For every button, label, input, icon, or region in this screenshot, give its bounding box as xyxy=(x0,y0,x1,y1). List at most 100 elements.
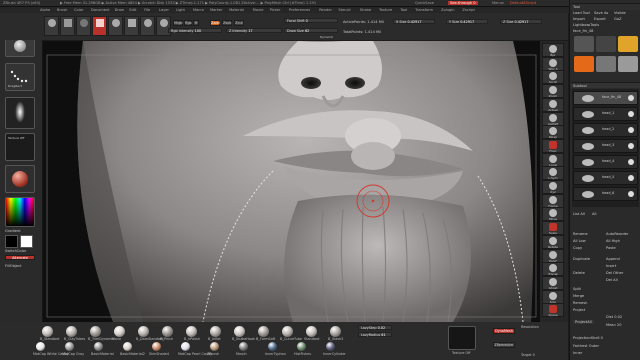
shelf-move-button[interactable]: Move xyxy=(542,207,564,222)
menu-alpha[interactable]: Alpha xyxy=(40,8,50,12)
brush-b-snakehook-icon[interactable] xyxy=(234,326,245,337)
color-picker[interactable] xyxy=(5,197,35,227)
copy-button[interactable]: Copy xyxy=(573,246,582,250)
menu-layer[interactable]: Layer xyxy=(159,8,169,12)
insert-button[interactable]: Insert xyxy=(606,264,616,268)
del-all-button[interactable]: Del All xyxy=(606,278,618,282)
menu-color[interactable]: Color xyxy=(74,8,83,12)
y-size-slider[interactable]: Y Size 0.42917 xyxy=(446,19,488,24)
quick-sketch-button[interactable] xyxy=(76,16,91,36)
export-button[interactable]: Export xyxy=(594,17,606,21)
merge-button[interactable]: Merge xyxy=(573,294,584,298)
material-histfishes-icon[interactable] xyxy=(297,342,306,351)
secondary-color-swatch[interactable] xyxy=(20,235,33,248)
autoreorder-button[interactable]: AutoReorder xyxy=(606,232,628,236)
alpha-thumbnail[interactable] xyxy=(5,97,35,129)
goz-button[interactable]: GoZ xyxy=(614,17,621,21)
zcut-button[interactable]: Zcut xyxy=(234,20,244,26)
brush-b-curvetube-icon[interactable] xyxy=(282,326,293,337)
menu-edit[interactable]: Edit xyxy=(129,8,136,12)
shelf-rotate-button[interactable]: Rotate xyxy=(542,234,564,249)
brush-b-pinch-icon[interactable] xyxy=(162,326,173,337)
current-tool-thumbnail[interactable] xyxy=(574,36,594,52)
move-button[interactable] xyxy=(124,16,139,36)
main-color-swatch[interactable] xyxy=(5,235,18,248)
drawbrush-tool-thumbnail[interactable] xyxy=(618,56,638,72)
alternate-button[interactable]: Alternate xyxy=(5,255,35,260)
shelf-bpr-button[interactable]: Bpr xyxy=(542,43,564,57)
material-skinshade4-icon[interactable] xyxy=(152,342,161,351)
menu-zplugin[interactable]: Zplugin xyxy=(441,8,455,12)
shelf-l-sym-button[interactable]: L.Sym xyxy=(542,166,564,181)
material-basicmaterial-icon[interactable] xyxy=(94,342,103,351)
shelf-persp-button[interactable]: Persp xyxy=(542,125,564,140)
material-innercylinder-icon[interactable] xyxy=(326,342,335,351)
visibility-icon[interactable] xyxy=(628,127,634,133)
shelf-ghost-button[interactable]: Ghost xyxy=(542,275,564,290)
material-basicmaterial2-icon[interactable] xyxy=(123,342,132,351)
brush-b-damstandard-icon[interactable] xyxy=(138,326,149,337)
shelf-aahalf-button[interactable]: AAHalf xyxy=(542,111,564,126)
visibility-icon[interactable] xyxy=(628,95,634,101)
dist-slider[interactable]: Dist 0.02 xyxy=(606,315,622,319)
shelf-polyf-button[interactable]: PolyF xyxy=(542,248,564,263)
append-button[interactable]: Append xyxy=(606,257,620,261)
rotate-button[interactable] xyxy=(156,16,171,36)
fill-object-label[interactable]: FillObject xyxy=(5,264,22,268)
texture-thumbnail[interactable]: Texture Off xyxy=(5,133,35,161)
zadd-button[interactable]: Zadd xyxy=(210,20,220,26)
dynamesh-button[interactable]: DynaMesh xyxy=(493,328,515,334)
project-button[interactable]: Project xyxy=(573,308,585,312)
material-zbrush-icon[interactable] xyxy=(210,342,219,351)
import-button[interactable]: Import xyxy=(573,17,585,21)
shelf-floor-button[interactable]: Floor xyxy=(542,138,564,153)
draw-button[interactable] xyxy=(108,16,123,36)
default-script-button[interactable]: DefaultZScript xyxy=(510,1,536,5)
lazystep-slider[interactable]: LazyStep 0.02 xyxy=(358,325,392,330)
z-intensity-slider[interactable]: Z Intensity 17 xyxy=(226,28,282,33)
menus-button[interactable]: Menus xyxy=(492,1,504,5)
shelf-xyz-button[interactable]: Xyz xyxy=(542,180,564,194)
quicksave-button[interactable]: QuickSave xyxy=(415,1,434,5)
zsub-button[interactable]: Zsub xyxy=(222,20,232,26)
menu-light[interactable]: Light xyxy=(176,8,185,12)
projection-master-button[interactable] xyxy=(44,16,59,36)
remesh-button[interactable]: Remesh xyxy=(573,301,587,305)
material-matcap-gray-icon[interactable] xyxy=(65,342,74,351)
shelf-local-button[interactable]: Local xyxy=(542,152,564,167)
mean-slider[interactable]: Mean 20 xyxy=(606,323,622,327)
menu-render[interactable]: Render xyxy=(319,8,332,12)
brush-b-trimdynamic-icon[interactable] xyxy=(90,326,101,337)
material-thumbnail[interactable] xyxy=(5,165,35,193)
list-all-toggle[interactable]: All xyxy=(592,212,596,216)
dynamic-toggle[interactable]: Dynamic xyxy=(320,35,333,39)
gradient-label[interactable]: Gradient xyxy=(5,229,21,233)
brush-b-inflat-icon[interactable] xyxy=(210,326,221,337)
lightbox-button[interactable] xyxy=(60,16,75,36)
list-all-button[interactable]: List All xyxy=(573,212,585,216)
sculpt-viewport[interactable] xyxy=(43,41,540,322)
shelf-frame-button[interactable]: Frame xyxy=(542,193,564,208)
subtool-row[interactable]: head_1 xyxy=(573,107,638,121)
texture-slot[interactable] xyxy=(448,326,476,350)
subtool-row[interactable]: head_4 xyxy=(573,155,638,169)
delete-button[interactable]: Delete xyxy=(573,271,585,275)
subtool-row[interactable]: face_fin_48 xyxy=(573,91,638,105)
target-label[interactable]: Target 0 xyxy=(521,353,535,357)
menu-macro[interactable]: Macro xyxy=(193,8,204,12)
visibility-icon[interactable] xyxy=(628,159,634,165)
lightbox-tools-button[interactable]: Lightbox▸Tools xyxy=(573,23,599,27)
menu-zscript[interactable]: Zscript xyxy=(462,8,474,12)
menu-stroke[interactable]: Stroke xyxy=(360,8,371,12)
all-low-button[interactable]: All Low xyxy=(573,239,586,243)
seethrough-slider[interactable]: See-through 0 xyxy=(448,1,478,5)
material-morph-icon[interactable] xyxy=(239,342,248,351)
switchcolor-label[interactable]: SwitchColor xyxy=(5,249,26,253)
simplebrush-tool-thumbnail[interactable] xyxy=(618,36,638,52)
shelf-scale-button[interactable]: Scale xyxy=(542,221,564,236)
visibility-icon[interactable] xyxy=(628,143,634,149)
del-other-button[interactable]: Del Other xyxy=(606,271,623,275)
material-innertyphon-icon[interactable] xyxy=(268,342,277,351)
brush-move-icon[interactable] xyxy=(114,326,125,337)
x-size-slider[interactable]: X Size 0.42917 xyxy=(393,19,435,24)
